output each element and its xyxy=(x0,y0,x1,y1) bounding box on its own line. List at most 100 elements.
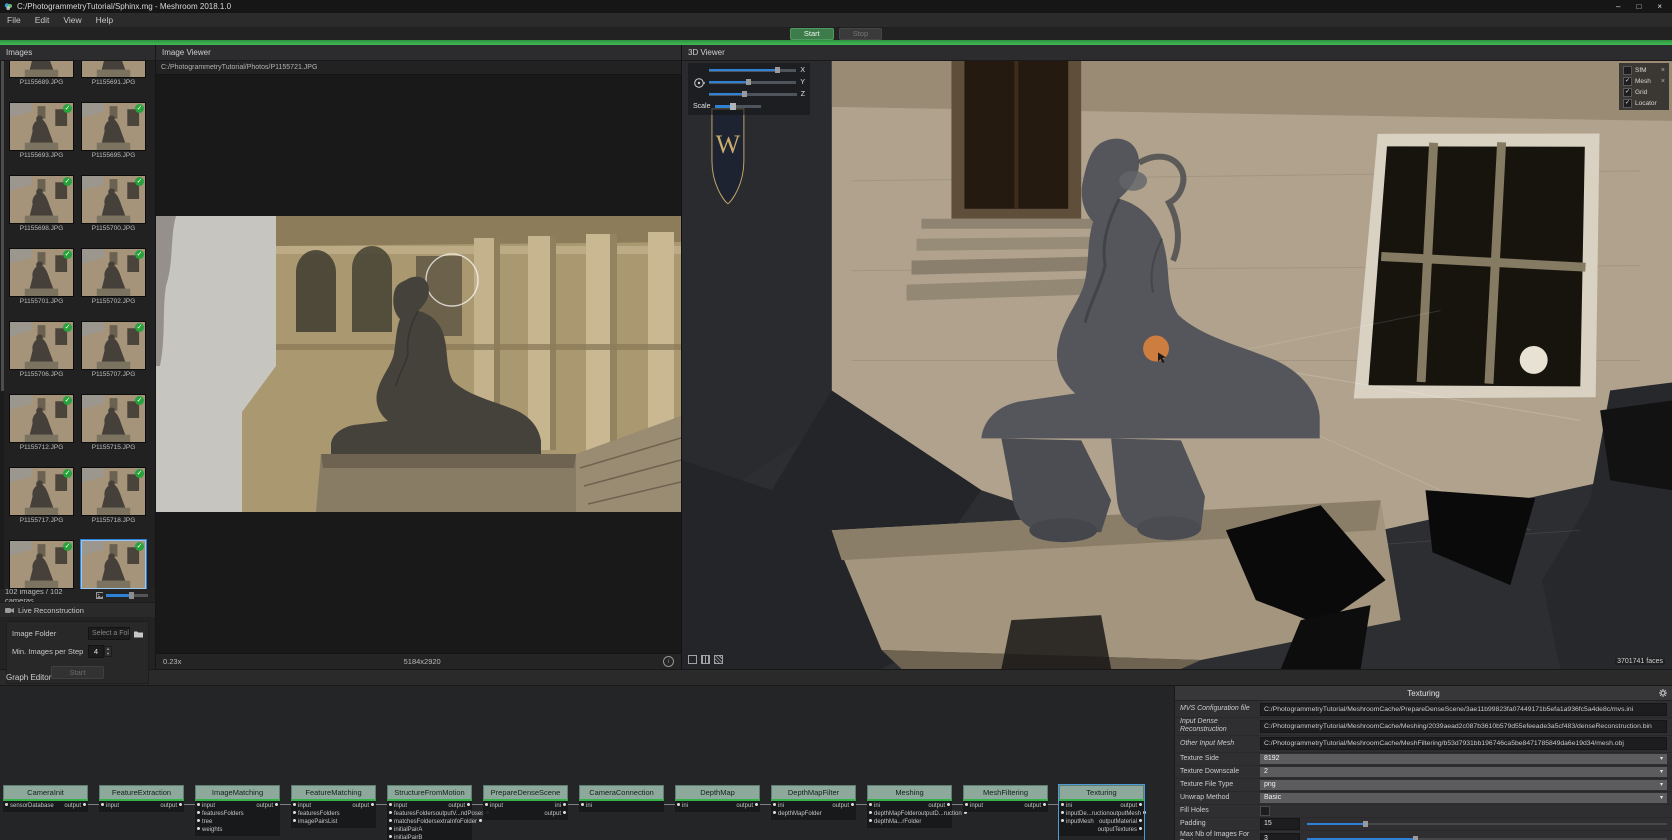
thumbnail-photo[interactable]: ✓ xyxy=(81,175,146,224)
stepper-down-icon[interactable]: ▼ xyxy=(106,652,110,657)
info-icon[interactable]: i xyxy=(663,656,674,667)
thumbnail-photo[interactable]: ✓ xyxy=(81,321,146,370)
output-port[interactable] xyxy=(854,810,856,818)
image-thumbnail[interactable]: ✓ P1155693.JPG xyxy=(8,101,75,174)
output-port[interactable] xyxy=(950,818,952,826)
input-port[interactable]: input xyxy=(195,802,215,810)
folder-icon[interactable] xyxy=(134,630,143,638)
image-thumbnail[interactable]: ✓ P1155717.JPG xyxy=(8,466,75,539)
graph-node-title[interactable]: DepthMapFilter xyxy=(771,785,856,799)
image-thumbnail[interactable]: ✓ P1155698.JPG xyxy=(8,174,75,247)
property-slider-knob[interactable] xyxy=(1363,821,1368,827)
output-port[interactable] xyxy=(278,826,280,834)
thumbnail-photo[interactable]: ✓ xyxy=(81,394,146,443)
output-port[interactable]: output xyxy=(448,802,472,810)
image-thumbnail[interactable]: ✓ P1155706.JPG xyxy=(8,320,75,393)
file-path-field[interactable]: C:/PhotogrammetryTutorial/MeshroomCache/… xyxy=(1260,703,1667,716)
output-port[interactable]: output xyxy=(256,802,280,810)
output-port[interactable]: output xyxy=(160,802,184,810)
file-path-field[interactable]: C:/PhotogrammetryTutorial/MeshroomCache/… xyxy=(1260,737,1667,750)
output-port[interactable]: outputMaterial xyxy=(1099,818,1144,826)
input-port[interactable]: featuresFolders xyxy=(387,810,436,818)
output-port[interactable]: output xyxy=(736,802,760,810)
output-port[interactable]: outputTextures xyxy=(1098,826,1144,834)
thumbnail-photo[interactable]: ✓ xyxy=(9,61,74,78)
property-slider[interactable] xyxy=(1307,823,1667,825)
input-port[interactable]: featuresFolders xyxy=(195,810,244,818)
output-port[interactable]: ini xyxy=(555,802,568,810)
output-port[interactable] xyxy=(662,802,664,810)
input-port[interactable]: ini xyxy=(579,802,592,810)
input-port[interactable]: matchesFolders xyxy=(387,818,437,826)
graph-editor-canvas[interactable]: CameraInit sensorDatabase output xyxy=(0,686,1174,840)
display-toggle[interactable]: ✓ Mesh × xyxy=(1623,77,1665,85)
axis-slider[interactable] xyxy=(709,81,796,84)
input-port[interactable]: inputMesh xyxy=(1059,818,1094,826)
graph-node[interactable]: PrepareDenseScene input ini xyxy=(483,785,568,840)
display-toggle[interactable]: ✓ Locator × xyxy=(1623,99,1665,107)
input-port[interactable]: sensorDatabase xyxy=(3,802,54,810)
input-port[interactable] xyxy=(483,810,485,818)
min-images-stepper[interactable]: 4 ▲▼ xyxy=(88,645,112,658)
input-port[interactable]: ini xyxy=(1059,802,1072,810)
close-button[interactable]: × xyxy=(1657,2,1662,11)
output-port[interactable] xyxy=(278,810,280,818)
thumbnail-size-slider[interactable] xyxy=(106,594,148,597)
output-port[interactable] xyxy=(374,810,376,818)
dropdown-select[interactable]: 2▾ xyxy=(1260,767,1667,777)
graph-node-title[interactable]: FeatureMatching xyxy=(291,785,376,799)
scale-slider[interactable] xyxy=(715,105,761,108)
input-port[interactable]: input xyxy=(291,802,311,810)
graph-node[interactable]: Texturing ini output input xyxy=(1059,785,1144,840)
thumbnail-photo[interactable]: ✓ xyxy=(81,102,146,151)
graph-node[interactable]: FeatureExtraction input output xyxy=(99,785,184,840)
menu-item[interactable]: File xyxy=(0,15,28,25)
graph-node[interactable]: CameraConnection ini xyxy=(579,785,664,840)
input-port[interactable]: ini xyxy=(867,802,880,810)
input-port[interactable]: depthMapFolder xyxy=(867,810,918,818)
slider-value-field[interactable]: 3 xyxy=(1260,833,1300,840)
toggle-checkbox[interactable]: ✓ xyxy=(1623,66,1632,75)
image-thumbnail[interactable]: ✓ P1155702.JPG xyxy=(80,247,147,320)
output-port[interactable]: output xyxy=(1120,802,1144,810)
min-images-value[interactable]: 4 xyxy=(88,645,104,658)
input-port[interactable]: ini xyxy=(771,802,784,810)
image-thumbnail[interactable]: ✓ P1155701.JPG xyxy=(8,247,75,320)
input-port[interactable]: tree xyxy=(195,818,212,826)
input-port[interactable]: featuresFolders xyxy=(291,810,340,818)
toggle-checkbox[interactable]: ✓ xyxy=(1623,99,1632,108)
output-port[interactable]: output xyxy=(544,810,568,818)
thumbnail-photo[interactable]: ✓ xyxy=(9,540,74,589)
graph-node[interactable]: CameraInit sensorDatabase output xyxy=(3,785,88,840)
image-folder-field[interactable]: Select a Folder xyxy=(88,627,130,640)
image-thumbnail[interactable]: ✓ P1155691.JPG xyxy=(80,61,147,101)
toggle-close-icon[interactable]: × xyxy=(1661,67,1665,74)
image-list-scrollbar[interactable]: ✓ P1155689.JPG xyxy=(0,61,155,589)
input-port[interactable]: depthMapFolder xyxy=(771,810,822,818)
thumbnail-photo[interactable]: ✓ xyxy=(9,467,74,516)
image-thumbnail[interactable]: ✓ P1155720.JPG xyxy=(8,539,75,589)
graph-node-title[interactable]: PrepareDenseScene xyxy=(483,785,568,799)
minimize-button[interactable]: – xyxy=(1616,2,1620,11)
rotate-gizmo-icon[interactable] xyxy=(693,77,705,89)
input-port[interactable]: initialPairB xyxy=(387,834,422,840)
thumbnail-photo[interactable]: ✓ xyxy=(81,61,146,78)
image-thumbnail[interactable]: ✓ P1155718.JPG xyxy=(80,466,147,539)
thumbnail-photo[interactable]: ✓ xyxy=(9,102,74,151)
dropdown-select[interactable]: png▾ xyxy=(1260,780,1667,790)
property-slider-knob[interactable] xyxy=(1413,836,1418,840)
input-port[interactable]: imagePairsList xyxy=(291,818,337,826)
file-path-field[interactable]: C:/PhotogrammetryTutorial/MeshroomCache/… xyxy=(1260,720,1667,733)
graph-node[interactable]: DepthMapFilter ini output xyxy=(771,785,856,840)
menu-item[interactable]: Help xyxy=(89,15,120,25)
dropdown-select[interactable]: Basic▾ xyxy=(1260,793,1667,803)
input-port[interactable]: input xyxy=(483,802,503,810)
input-port[interactable]: ini xyxy=(675,802,688,810)
output-port[interactable]: output xyxy=(1024,802,1048,810)
thumbnail-photo[interactable]: ✓ xyxy=(81,467,146,516)
thumbnail-photo[interactable]: ✓ xyxy=(9,394,74,443)
graph-node[interactable]: Meshing ini output depthMa xyxy=(867,785,952,840)
output-port[interactable]: output xyxy=(352,802,376,810)
axis-slider-knob[interactable] xyxy=(775,67,780,73)
wireframe-mode-icon[interactable] xyxy=(688,655,697,664)
